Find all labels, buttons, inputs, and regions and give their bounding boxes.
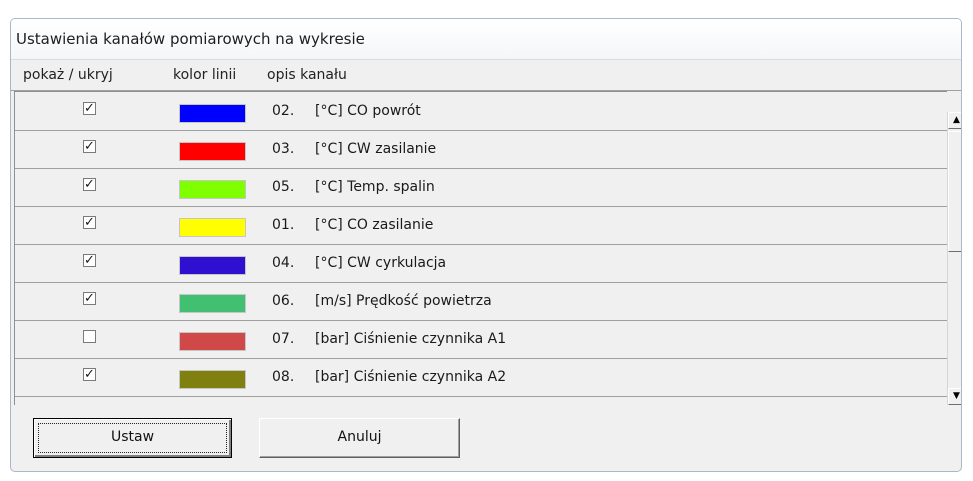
anuluj-button-label: Anuluj (337, 429, 382, 445)
channel-row: ✓ 02. [°C] CO powrót (15, 93, 947, 131)
channel-row: ✓ 05. [°C] Temp. spalin (15, 169, 947, 207)
channel-number: 01. (272, 217, 295, 233)
scroll-down-arrow-icon: ▼ (953, 391, 960, 401)
line-color-swatch[interactable] (179, 180, 246, 199)
channel-description: [bar] Ciśnienie czynnika A1 (315, 331, 507, 347)
channel-number: 02. (272, 103, 295, 119)
scroll-thumb[interactable] (948, 131, 961, 252)
channel-number: 03. (272, 141, 295, 157)
channel-number: 06. (272, 293, 295, 309)
header-line-color: kolor linii (173, 67, 237, 83)
line-color-swatch[interactable] (179, 142, 246, 161)
show-hide-checkbox[interactable]: ✓ (83, 368, 96, 381)
channel-row: 07. [bar] Ciśnienie czynnika A1 (15, 321, 947, 359)
show-hide-checkbox[interactable] (83, 330, 96, 343)
ustaw-button-label: Ustaw (110, 429, 155, 445)
channel-number: 08. (272, 369, 295, 385)
header-show-hide: pokaż / ukryj (23, 67, 113, 83)
channel-description: [bar] Ciśnienie czynnika A2 (315, 369, 507, 385)
ustaw-button[interactable]: Ustaw (33, 418, 232, 458)
channel-number: 07. (272, 331, 295, 347)
line-color-swatch[interactable] (179, 256, 246, 275)
title-bar: Ustawienia kanałów pomiarowych na wykres… (11, 19, 961, 60)
dialog-title: Ustawienia kanałów pomiarowych na wykres… (16, 30, 365, 48)
channel-settings-dialog: Ustawienia kanałów pomiarowych na wykres… (10, 18, 962, 472)
channel-number: 05. (272, 179, 295, 195)
channel-description: [°C] Temp. spalin (315, 179, 435, 195)
show-hide-checkbox[interactable]: ✓ (83, 140, 96, 153)
channel-row-partial (15, 397, 947, 405)
show-hide-checkbox[interactable]: ✓ (83, 178, 96, 191)
show-hide-checkbox[interactable]: ✓ (83, 292, 96, 305)
channel-row: ✓ 06. [m/s] Prędkość powietrza (15, 283, 947, 321)
channel-description: [°C] CO powrót (315, 103, 421, 119)
channel-row: ✓ 08. [bar] Ciśnienie czynnika A2 (15, 359, 947, 397)
table-header: pokaż / ukryj kolor linii opis kanału (11, 60, 961, 91)
vertical-scrollbar[interactable]: ▲ ▼ (947, 112, 961, 405)
line-color-swatch[interactable] (179, 294, 246, 313)
anuluj-button[interactable]: Anuluj (259, 418, 460, 458)
channel-list: ✓ 02. [°C] CO powrót ✓ 03. [°C] CW zasilanie ✓… (14, 91, 947, 405)
channel-row: ✓ 03. [°C] CW zasilanie (15, 131, 947, 169)
channel-description: [°C] CW cyrkulacja (315, 255, 447, 271)
scroll-up-arrow-icon: ▲ (953, 115, 960, 125)
header-channel-description: opis kanału (267, 67, 347, 83)
line-color-swatch[interactable] (179, 332, 246, 351)
channel-row: ✓ 04. [°C] CW cyrkulacja (15, 245, 947, 283)
line-color-swatch[interactable] (179, 218, 246, 237)
show-hide-checkbox[interactable]: ✓ (83, 216, 96, 229)
line-color-swatch[interactable] (179, 104, 246, 123)
channel-number: 04. (272, 255, 295, 271)
show-hide-checkbox[interactable]: ✓ (83, 254, 96, 267)
channel-description: [°C] CO zasilanie (315, 217, 434, 233)
scroll-down-button[interactable]: ▼ (948, 388, 961, 405)
show-hide-checkbox[interactable]: ✓ (83, 102, 96, 115)
channel-description: [°C] CW zasilanie (315, 141, 437, 157)
channel-description: [m/s] Prędkość powietrza (315, 293, 492, 309)
scroll-up-button[interactable]: ▲ (948, 112, 961, 129)
channel-row: ✓ 01. [°C] CO zasilanie (15, 207, 947, 245)
line-color-swatch[interactable] (179, 370, 246, 389)
